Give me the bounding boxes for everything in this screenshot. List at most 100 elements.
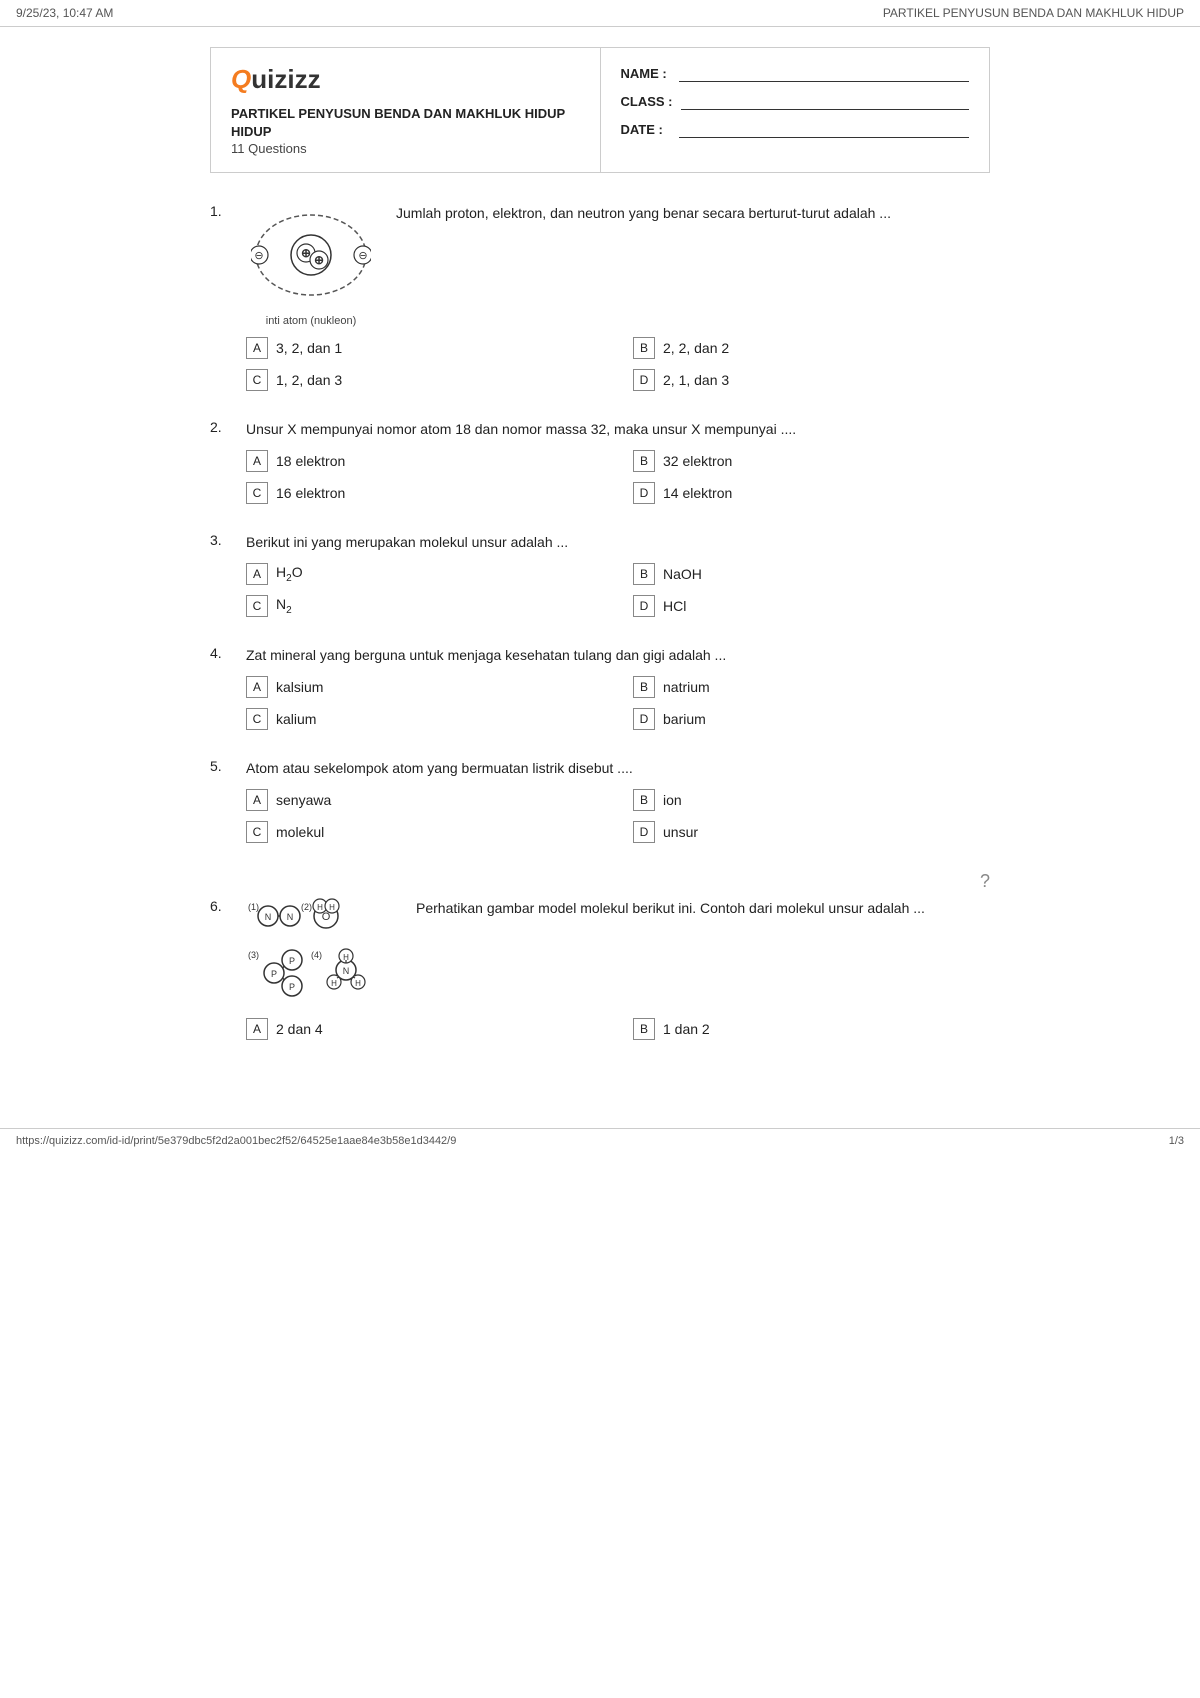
option-text-3c: N2 bbox=[276, 596, 292, 616]
question-6: 6. (1) N N (2) bbox=[210, 898, 990, 1040]
top-bar: 9/25/23, 10:47 AM PARTIKEL PENYUSUN BEND… bbox=[0, 0, 1200, 27]
help-icon: ? bbox=[210, 871, 990, 892]
option-text-3a: H2O bbox=[276, 564, 303, 584]
question-1-content: ⊕ ⊕ ⊖ ⊖ inti atom (nukleon) Jumlah proto… bbox=[246, 203, 891, 327]
option-letter-4b: B bbox=[633, 676, 655, 698]
question-1-options: A 3, 2, dan 1 B 2, 2, dan 2 C 1, 2, dan … bbox=[246, 337, 990, 391]
option-3a: A H2O bbox=[246, 563, 603, 585]
logo-rest: uizizz bbox=[251, 64, 320, 94]
svg-text:H: H bbox=[329, 903, 335, 912]
molecule-model-svg: (1) N N (2) O bbox=[246, 898, 391, 1008]
header-left: Quizizz PARTIKEL PENYUSUN BENDA DAN MAKH… bbox=[211, 48, 601, 172]
svg-text:H: H bbox=[355, 979, 361, 988]
question-2-row: 2. Unsur X mempunyai nomor atom 18 dan n… bbox=[210, 419, 990, 440]
svg-text:H: H bbox=[331, 979, 337, 988]
option-text-5b: ion bbox=[663, 792, 682, 808]
question-3: 3. Berikut ini yang merupakan molekul un… bbox=[210, 532, 990, 617]
svg-text:P: P bbox=[289, 956, 295, 966]
logo-q: Q bbox=[231, 64, 251, 94]
option-text-2b: 32 elektron bbox=[663, 453, 732, 469]
svg-text:(2): (2) bbox=[301, 902, 312, 912]
option-letter-3a: A bbox=[246, 563, 268, 585]
option-letter-5b: B bbox=[633, 789, 655, 811]
bottom-bar: https://quizizz.com/id-id/print/5e379dbc… bbox=[0, 1128, 1200, 1153]
svg-text:N: N bbox=[287, 912, 294, 922]
option-letter-2a: A bbox=[246, 450, 268, 472]
question-2-text: Unsur X mempunyai nomor atom 18 dan nomo… bbox=[246, 419, 796, 440]
date-line bbox=[679, 120, 970, 138]
svg-text:(3): (3) bbox=[248, 950, 259, 960]
question-5-options: A senyawa B ion C molekul D unsur bbox=[246, 789, 990, 843]
option-text-5c: molekul bbox=[276, 824, 324, 840]
question-1-number: 1. bbox=[210, 203, 234, 219]
option-2d: D 14 elektron bbox=[633, 482, 990, 504]
option-text-4d: barium bbox=[663, 711, 706, 727]
question-2: 2. Unsur X mempunyai nomor atom 18 dan n… bbox=[210, 419, 990, 504]
name-label: NAME : bbox=[621, 66, 671, 81]
option-2a: A 18 elektron bbox=[246, 450, 603, 472]
datetime-label: 9/25/23, 10:47 AM bbox=[16, 6, 113, 20]
question-1-row: 1. ⊕ ⊕ bbox=[210, 203, 990, 327]
option-letter-2d: D bbox=[633, 482, 655, 504]
option-letter-2b: B bbox=[633, 450, 655, 472]
option-text-4c: kalium bbox=[276, 711, 316, 727]
quiz-title: PARTIKEL PENYUSUN BENDA DAN MAKHLUK HIDU… bbox=[231, 105, 580, 141]
question-3-text: Berikut ini yang merupakan molekul unsur… bbox=[246, 532, 568, 553]
bottom-url: https://quizizz.com/id-id/print/5e379dbc… bbox=[16, 1135, 456, 1147]
option-1a: A 3, 2, dan 1 bbox=[246, 337, 603, 359]
question-4: 4. Zat mineral yang berguna untuk menjag… bbox=[210, 645, 990, 730]
option-letter-5c: C bbox=[246, 821, 268, 843]
question-6-options: A 2 dan 4 B 1 dan 2 bbox=[246, 1018, 990, 1040]
option-letter-3d: D bbox=[633, 595, 655, 617]
question-6-text: Perhatikan gambar model molekul berikut … bbox=[416, 898, 925, 919]
option-letter-4c: C bbox=[246, 708, 268, 730]
option-4b: B natrium bbox=[633, 676, 990, 698]
option-3d: D HCl bbox=[633, 595, 990, 617]
page-title: PARTIKEL PENYUSUN BENDA DAN MAKHLUK HIDU… bbox=[883, 6, 1184, 20]
date-label: DATE : bbox=[621, 122, 671, 137]
option-5d: D unsur bbox=[633, 821, 990, 843]
option-1c: C 1, 2, dan 3 bbox=[246, 369, 603, 391]
option-text-3d: HCl bbox=[663, 598, 686, 614]
option-4d: D barium bbox=[633, 708, 990, 730]
option-letter-1a: A bbox=[246, 337, 268, 359]
option-letter-5a: A bbox=[246, 789, 268, 811]
question-6-number: 6. bbox=[210, 898, 234, 914]
svg-text:N: N bbox=[343, 966, 350, 976]
molecule-diagram: (1) N N (2) O bbox=[246, 898, 396, 1008]
option-letter-1c: C bbox=[246, 369, 268, 391]
svg-text:⊖: ⊖ bbox=[254, 250, 263, 262]
option-2b: B 32 elektron bbox=[633, 450, 990, 472]
option-letter-4a: A bbox=[246, 676, 268, 698]
question-6-row: 6. (1) N N (2) bbox=[210, 898, 990, 1008]
question-1: 1. ⊕ ⊕ bbox=[210, 203, 990, 391]
option-1b: B 2, 2, dan 2 bbox=[633, 337, 990, 359]
svg-text:(4): (4) bbox=[311, 950, 322, 960]
option-text-2d: 14 elektron bbox=[663, 485, 732, 501]
option-letter-4d: D bbox=[633, 708, 655, 730]
option-letter-3b: B bbox=[633, 563, 655, 585]
option-letter-6a: A bbox=[246, 1018, 268, 1040]
question-6-content: (1) N N (2) O bbox=[246, 898, 925, 1008]
question-3-number: 3. bbox=[210, 532, 234, 553]
atom-caption: inti atom (nukleon) bbox=[246, 315, 376, 327]
question-4-row: 4. Zat mineral yang berguna untuk menjag… bbox=[210, 645, 990, 666]
name-line bbox=[679, 64, 970, 82]
svg-text:⊖: ⊖ bbox=[358, 250, 367, 262]
option-text-1a: 3, 2, dan 1 bbox=[276, 340, 342, 356]
option-text-4a: kalsium bbox=[276, 679, 323, 695]
question-4-options: A kalsium B natrium C kalium D barium bbox=[246, 676, 990, 730]
svg-text:P: P bbox=[289, 982, 295, 992]
question-5: 5. Atom atau sekelompok atom yang bermua… bbox=[210, 758, 990, 843]
option-text-6b: 1 dan 2 bbox=[663, 1021, 710, 1037]
atom-diagram: ⊕ ⊕ ⊖ ⊖ inti atom (nukleon) bbox=[246, 203, 376, 327]
question-5-row: 5. Atom atau sekelompok atom yang bermua… bbox=[210, 758, 990, 779]
question-5-number: 5. bbox=[210, 758, 234, 779]
option-letter-1b: B bbox=[633, 337, 655, 359]
option-text-2c: 16 elektron bbox=[276, 485, 345, 501]
option-3b: B NaOH bbox=[633, 563, 990, 585]
option-text-1d: 2, 1, dan 3 bbox=[663, 372, 729, 388]
class-line bbox=[681, 92, 970, 110]
question-2-options: A 18 elektron B 32 elektron C 16 elektro… bbox=[246, 450, 990, 504]
option-6b: B 1 dan 2 bbox=[633, 1018, 990, 1040]
